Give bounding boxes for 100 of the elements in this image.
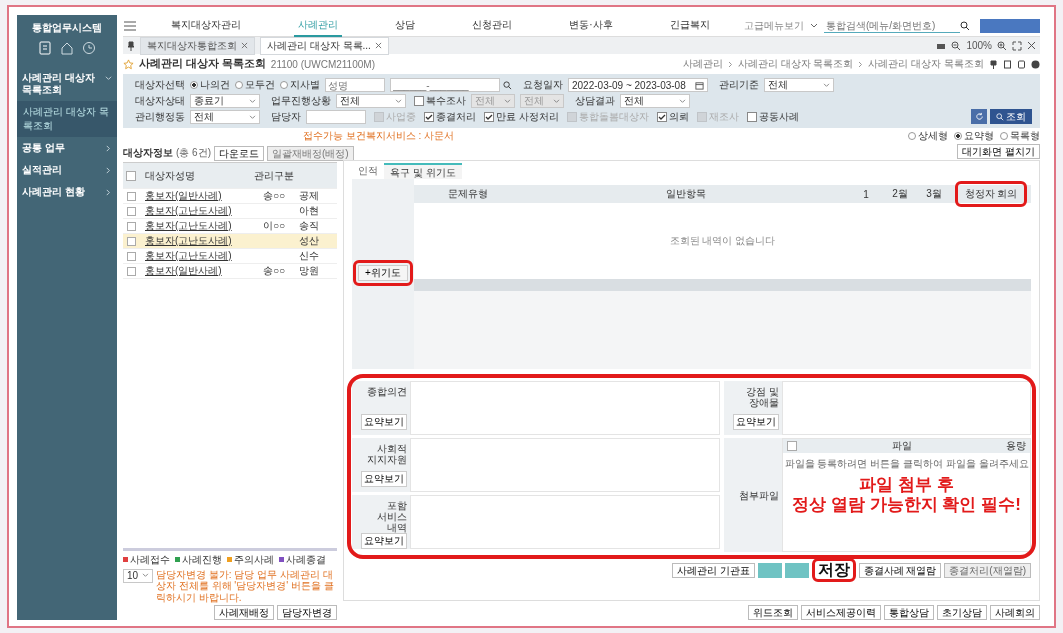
- page-icon[interactable]: [1017, 59, 1026, 69]
- zoom-in-icon[interactable]: [997, 40, 1007, 51]
- zoom-out-icon[interactable]: [951, 40, 962, 51]
- nav-tab[interactable]: 상담: [391, 14, 420, 37]
- dropdown[interactable]: 전체: [190, 110, 260, 124]
- detail-tab[interactable]: 욕구 및 위기도: [384, 163, 462, 179]
- action-button[interactable]: 종결처리(재열람): [944, 562, 1031, 578]
- user-panel[interactable]: [980, 18, 1040, 33]
- bottom-button[interactable]: 사례회의: [990, 605, 1040, 620]
- close-icon[interactable]: [241, 42, 248, 49]
- radio-button[interactable]: [190, 81, 198, 89]
- action-button[interactable]: [784, 562, 809, 578]
- sidebar-item[interactable]: 실적관리: [22, 164, 103, 176]
- fullscreen-icon[interactable]: [1012, 40, 1022, 51]
- row-checkbox[interactable]: [126, 236, 136, 246]
- detail-tab[interactable]: 인적: [352, 163, 384, 179]
- footer-button[interactable]: 사례재배정: [214, 605, 274, 620]
- close-icon[interactable]: [374, 42, 382, 49]
- bottom-button[interactable]: 초기상담: [937, 605, 987, 620]
- nav-tab[interactable]: 신청관리: [468, 14, 517, 37]
- caret-icon[interactable]: [810, 22, 818, 29]
- nav-tab[interactable]: 변동·사후: [565, 14, 617, 37]
- legend-label: 사례접수: [130, 552, 170, 567]
- checkbox[interactable]: [656, 112, 667, 122]
- reset-button[interactable]: [971, 109, 987, 124]
- search-button[interactable]: 조회: [990, 109, 1032, 124]
- text-field[interactable]: [306, 110, 366, 124]
- action-button[interactable]: [757, 562, 782, 578]
- star-icon[interactable]: [123, 58, 134, 70]
- radio-button[interactable]: [280, 81, 288, 89]
- row-checkbox[interactable]: [126, 251, 136, 261]
- column-header: 파일: [891, 440, 912, 451]
- checkbox[interactable]: [484, 112, 494, 122]
- row-checkbox[interactable]: [126, 221, 136, 231]
- list-button[interactable]: 일괄재배정(배정): [267, 145, 354, 161]
- summary-button[interactable]: 요약보기: [733, 414, 780, 430]
- add-crisis-button[interactable]: +위기도: [358, 265, 408, 281]
- action-button[interactable]: 사례관리 기관표: [671, 562, 755, 578]
- action-button[interactable]: 종결사례 재열람: [858, 562, 942, 578]
- breadcrumb-item[interactable]: 사례관리 대상자 목록조회: [868, 57, 984, 71]
- dropdown[interactable]: 전체: [764, 78, 834, 92]
- menu-toggle[interactable]: 고급메뉴보기: [744, 18, 804, 33]
- subject-link[interactable]: 홍보자(고난도사례): [145, 220, 232, 231]
- document-icon[interactable]: [1003, 59, 1012, 69]
- radio-label: 지사별: [290, 78, 320, 92]
- row-checkbox[interactable]: [126, 266, 136, 276]
- list-button[interactable]: 다운로드: [214, 145, 264, 161]
- field-label: 첨부파일: [739, 489, 780, 501]
- close-icon[interactable]: [1027, 41, 1036, 50]
- menu-icon[interactable]: [123, 19, 137, 32]
- clock-icon[interactable]: [82, 41, 96, 55]
- summary-button[interactable]: 요약보기: [361, 471, 407, 487]
- dropdown[interactable]: 전체: [620, 94, 690, 108]
- select-all-checkbox[interactable]: [126, 170, 136, 181]
- row-checkbox[interactable]: [126, 206, 136, 216]
- bottom-button[interactable]: 서비스제공이력: [801, 605, 881, 620]
- table-row[interactable]: 홍보자(고난도사례) 신수: [123, 249, 337, 264]
- text-field[interactable]: 성명: [325, 78, 385, 92]
- checkbox[interactable]: [424, 112, 434, 122]
- sidebar-item[interactable]: 사례관리 대상자 목록조회: [22, 72, 103, 96]
- bottom-button[interactable]: 통합상담: [884, 605, 934, 620]
- checkbox[interactable]: [746, 112, 757, 122]
- nav-tab[interactable]: 복지대상자관리: [167, 14, 246, 37]
- radio-button[interactable]: [1000, 132, 1008, 140]
- summary-button[interactable]: 요약보기: [361, 414, 407, 430]
- footer-button[interactable]: 담당자변경: [277, 605, 337, 620]
- date-range-field[interactable]: 2022-03-09 ~ 2023-03-08: [568, 78, 708, 92]
- nav-tab[interactable]: 긴급복지: [665, 14, 714, 37]
- summary-button[interactable]: 요약보기: [361, 533, 407, 549]
- radio-button[interactable]: [908, 132, 916, 140]
- sidebar-subitem[interactable]: 사례관리 대상자 목록조회: [17, 101, 117, 137]
- home-icon[interactable]: [60, 41, 74, 55]
- subject-link[interactable]: 홍보자(일반사례): [145, 265, 222, 276]
- radio-button[interactable]: [235, 81, 243, 89]
- id-search-field[interactable]: ______-_______: [390, 78, 500, 92]
- select-all-checkbox[interactable]: [787, 441, 798, 451]
- search-icon: [503, 80, 512, 90]
- subject-link[interactable]: 홍보자(고난도사례): [145, 205, 232, 216]
- pin-icon[interactable]: [127, 40, 135, 51]
- bottom-button[interactable]: 위드조회: [748, 605, 798, 620]
- subject-link[interactable]: 홍보자(고난도사례): [145, 250, 232, 261]
- sidebar-item[interactable]: 공통 업무: [22, 142, 103, 154]
- breadcrumb-item[interactable]: 사례관리: [682, 57, 723, 71]
- subject-link[interactable]: 홍보자(일반사례): [145, 190, 222, 201]
- expand-button[interactable]: 대기화면 펼치기: [957, 144, 1040, 159]
- table-row[interactable]: 홍보자(고난도사례) 아현: [123, 204, 337, 219]
- checkbox[interactable]: [414, 96, 424, 106]
- radio-button[interactable]: [954, 132, 962, 140]
- sidebar-item[interactable]: 사례관리 현황: [22, 186, 103, 198]
- page-size-dropdown[interactable]: 10: [123, 568, 153, 583]
- pin-icon[interactable]: [989, 59, 998, 69]
- table-row[interactable]: 홍보자(고난도사례) 성산: [123, 234, 337, 249]
- table-row[interactable]: 홍보자(일반사례) 송○○ 공제: [123, 189, 337, 204]
- row-checkbox[interactable]: [126, 191, 136, 201]
- dropdown[interactable]: 종료기: [190, 94, 260, 108]
- subject-link[interactable]: 홍보자(고난도사례): [145, 235, 232, 246]
- table-row[interactable]: 홍보자(일반사례) 송○○ 망원: [123, 264, 337, 279]
- breadcrumb-item[interactable]: 사례관리 대상자 목록조회: [737, 57, 854, 71]
- search-field[interactable]: 통합검색(메뉴/화면번호): [824, 18, 960, 33]
- dropdown[interactable]: 전체: [336, 94, 406, 108]
